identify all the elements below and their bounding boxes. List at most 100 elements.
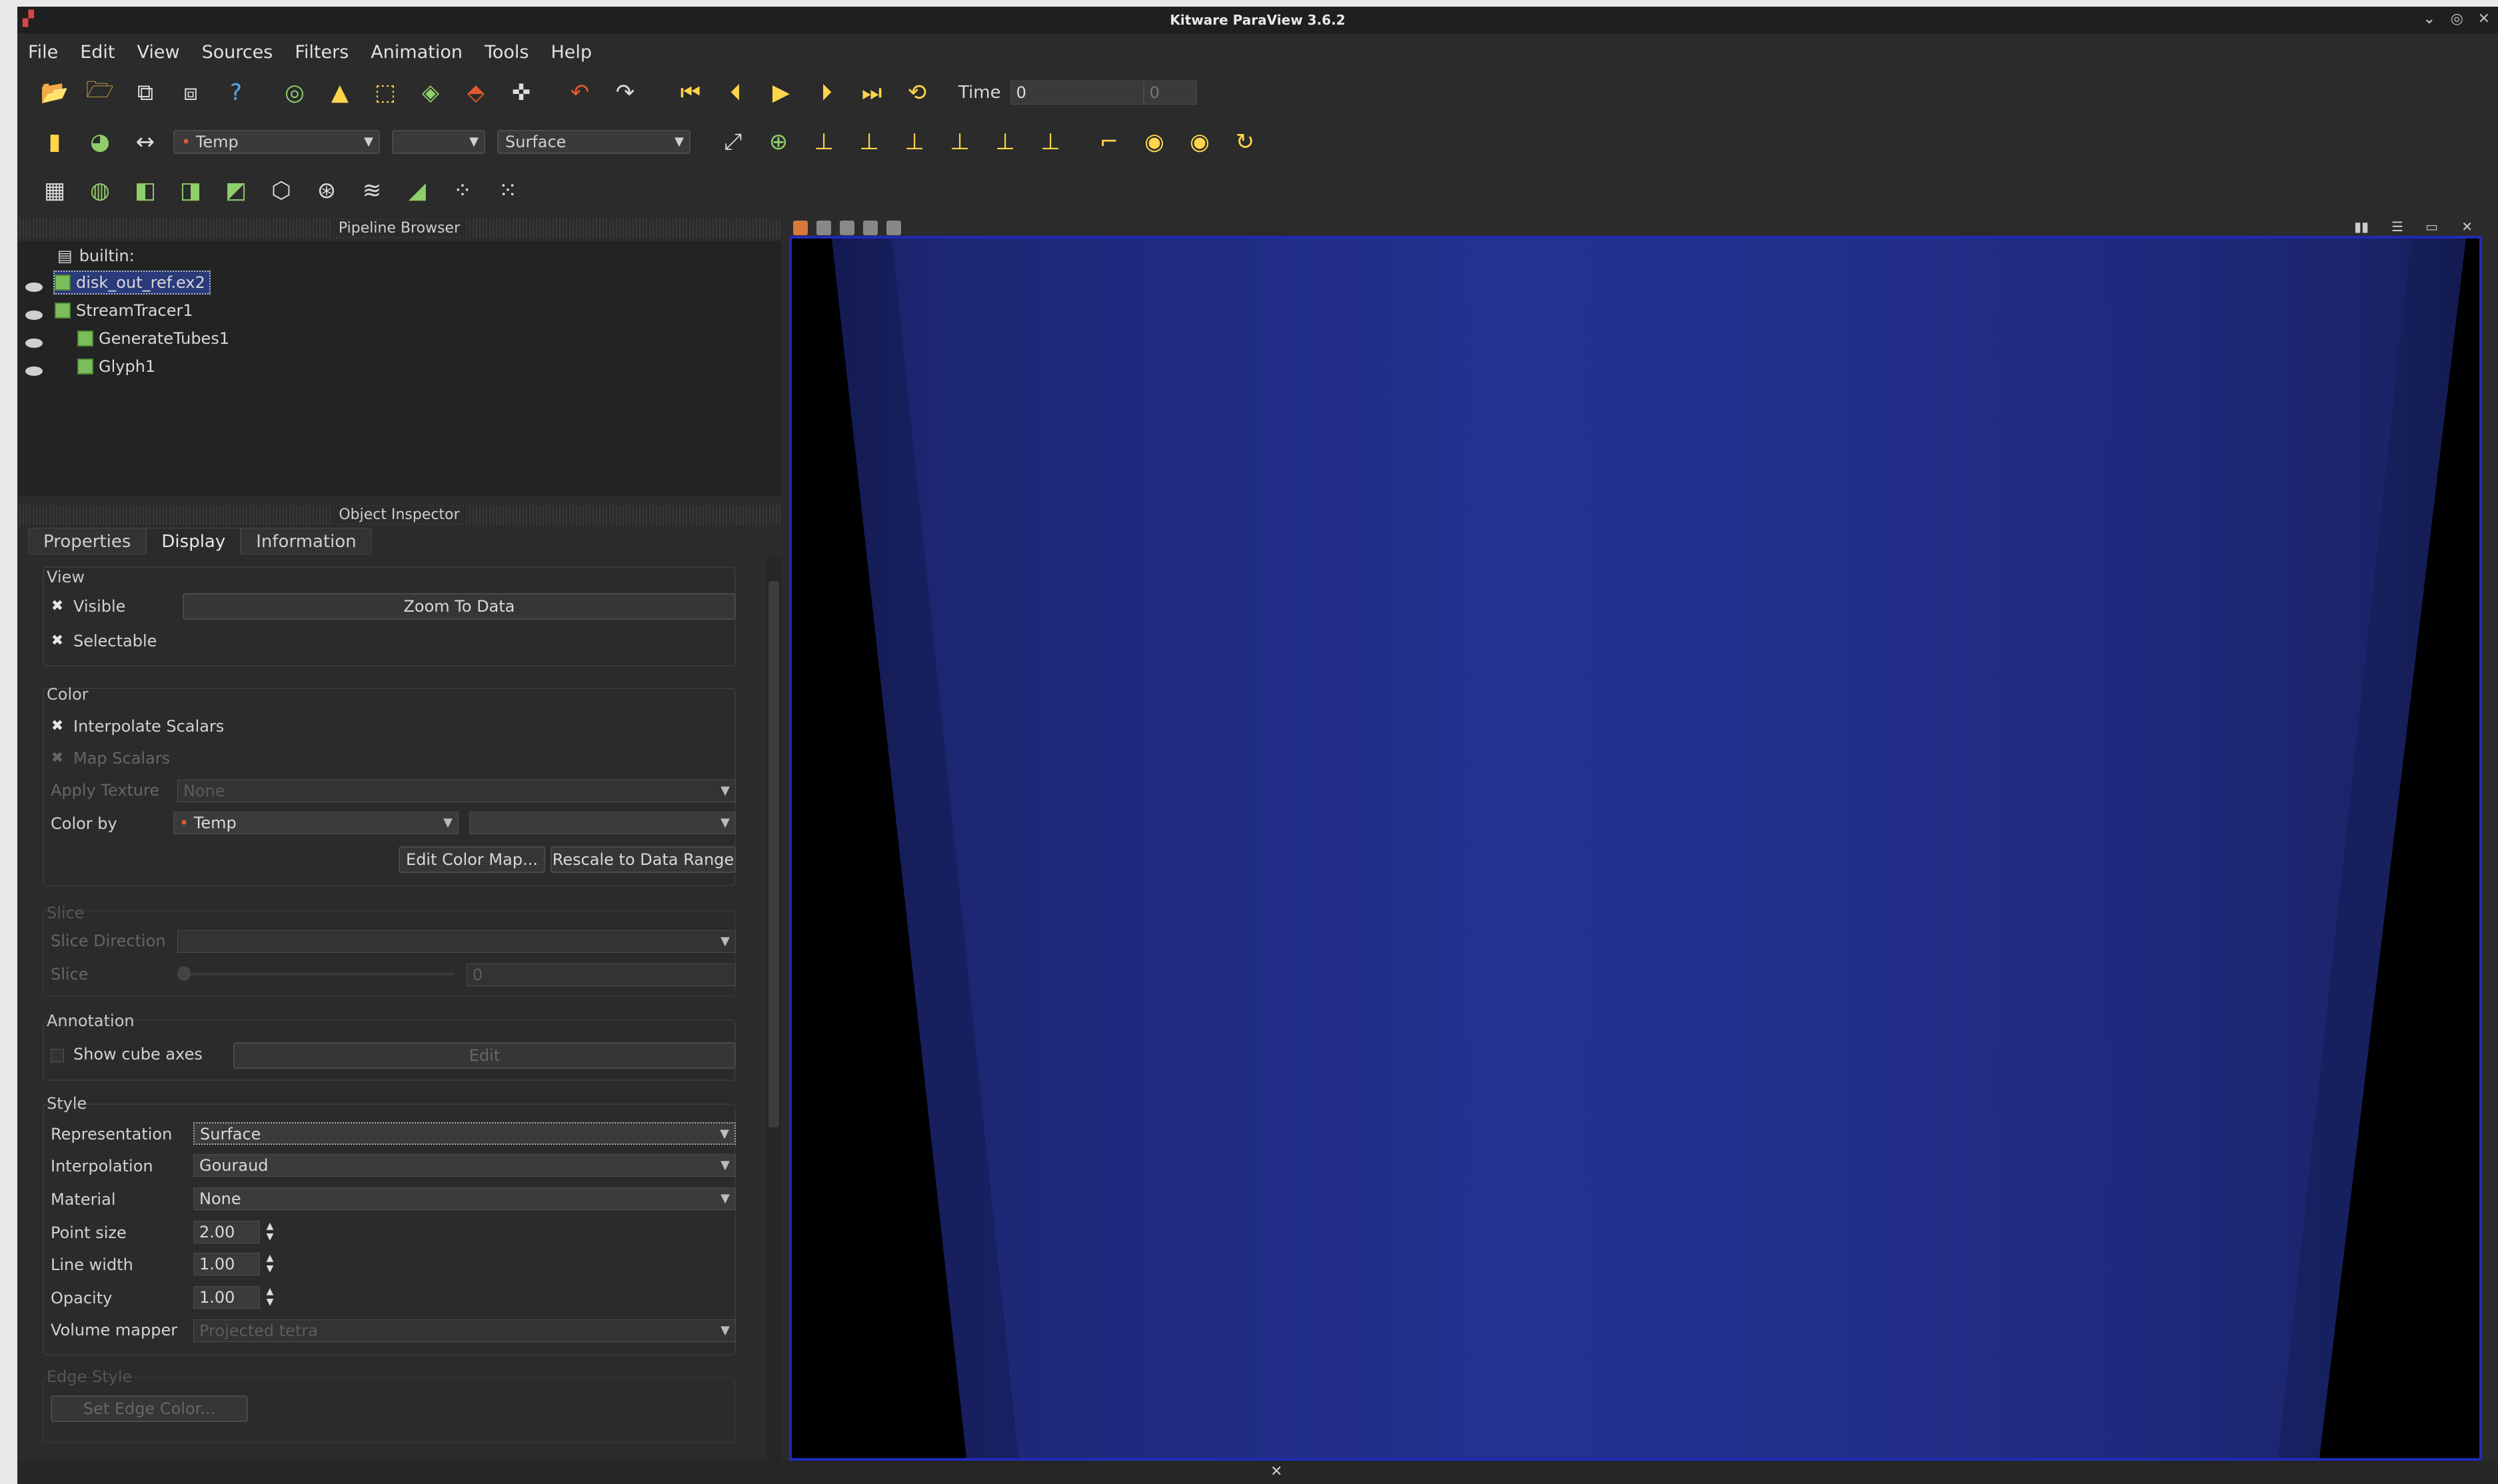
color-component-select[interactable]: ▼ bbox=[469, 812, 736, 834]
set-edge-color-button[interactable]: Set Edge Color... bbox=[51, 1395, 248, 1422]
reset-session-icon[interactable]: ◎ bbox=[277, 75, 312, 110]
rescale-to-data-range-button[interactable]: Rescale to Data Range bbox=[551, 846, 736, 873]
opacity-field[interactable]: 1.00 bbox=[193, 1286, 260, 1309]
settings-icon[interactable] bbox=[886, 221, 902, 235]
menu-animation[interactable]: Animation bbox=[371, 42, 463, 63]
color-legend-icon[interactable]: ▮ bbox=[37, 125, 72, 159]
select-frustum-icon[interactable]: ◈ bbox=[413, 75, 448, 110]
next-frame-icon[interactable]: ⏵ bbox=[809, 75, 844, 110]
cube-axes-edit-button[interactable]: Edit bbox=[233, 1042, 736, 1069]
stream-tracer-icon[interactable]: ≋ bbox=[355, 173, 389, 208]
warp-icon[interactable]: ◢ bbox=[400, 173, 435, 208]
connect-icon[interactable]: ⧉ bbox=[128, 75, 163, 110]
pipeline-item-disk-out-ref[interactable]: disk_out_ref.ex2 bbox=[53, 271, 211, 295]
eye-icon[interactable] bbox=[25, 311, 43, 320]
loop-icon[interactable]: ⟲ bbox=[900, 75, 934, 110]
slice-direction-select[interactable]: ▼ bbox=[177, 930, 736, 953]
render-view[interactable] bbox=[789, 236, 2482, 1461]
menu-filters[interactable]: Filters bbox=[295, 42, 349, 63]
split-icon[interactable] bbox=[863, 221, 878, 235]
group-datasets-icon[interactable]: ⁘ bbox=[445, 173, 480, 208]
view-plus-y-icon[interactable]: ⊥ bbox=[897, 125, 932, 159]
split-horizontal-icon[interactable]: ▮▮ bbox=[2354, 219, 2369, 235]
view-minus-z-icon[interactable]: ⊥ bbox=[1033, 125, 1068, 159]
scrollbar-thumb[interactable] bbox=[768, 581, 779, 1127]
threshold-icon[interactable]: ◩ bbox=[219, 173, 253, 208]
reset-center-icon[interactable]: ◉ bbox=[1182, 125, 1217, 159]
save-state-icon[interactable]: 🗁 bbox=[83, 75, 117, 110]
pipeline-item-builtin[interactable]: ▤ builtin: bbox=[57, 244, 135, 268]
camera-icon[interactable] bbox=[793, 221, 808, 235]
select-block-icon[interactable]: ⬘ bbox=[459, 75, 493, 110]
split-vertical-icon[interactable]: ☰ bbox=[2391, 219, 2403, 235]
rotate-icon[interactable]: ↻ bbox=[1228, 125, 1262, 159]
visible-checkbox[interactable]: ✖ bbox=[51, 599, 64, 614]
view-plus-z-icon[interactable]: ⊥ bbox=[988, 125, 1022, 159]
close-icon[interactable]: ✕ bbox=[1270, 1463, 1282, 1480]
rescale-range-icon[interactable]: ↔ bbox=[128, 125, 163, 159]
selectable-checkbox[interactable]: ✖ bbox=[51, 634, 64, 648]
calculator-icon[interactable]: ▦ bbox=[37, 173, 72, 208]
extract-level-icon[interactable]: ⁙ bbox=[491, 173, 525, 208]
show-cube-axes-checkbox[interactable] bbox=[51, 1049, 64, 1062]
eye-icon[interactable] bbox=[25, 367, 43, 376]
menu-help[interactable]: Help bbox=[551, 42, 592, 63]
redo-icon[interactable]: ↷ bbox=[608, 75, 642, 110]
point-size-field[interactable]: 2.00 bbox=[193, 1221, 260, 1243]
interpolate-scalars-checkbox[interactable]: ✖ bbox=[51, 719, 64, 734]
time-step-spinbox[interactable]: 0 bbox=[1143, 81, 1197, 105]
line-width-field[interactable]: 1.00 bbox=[193, 1253, 260, 1275]
opacity-spinner[interactable]: ▲ ▼ bbox=[261, 1286, 279, 1309]
maximize-icon[interactable]: ◎ bbox=[2451, 11, 2463, 27]
slice-slider[interactable] bbox=[180, 973, 453, 976]
close-view-icon[interactable]: ✕ bbox=[2461, 219, 2473, 235]
material-select[interactable]: None ▼ bbox=[193, 1187, 736, 1210]
zoom-to-data-button[interactable]: Zoom To Data bbox=[183, 593, 736, 620]
interact-icon[interactable]: ✜ bbox=[504, 75, 539, 110]
first-frame-icon[interactable]: ⏮ bbox=[673, 75, 708, 110]
volume-mapper-select[interactable]: Projected tetra ▼ bbox=[193, 1319, 736, 1342]
show-center-icon[interactable]: ◉ bbox=[1137, 125, 1172, 159]
center-axes-icon[interactable]: ⊕ bbox=[761, 125, 796, 159]
slice-slider-handle[interactable] bbox=[177, 966, 191, 981]
view-plus-x-icon[interactable]: ⊥ bbox=[806, 125, 841, 159]
tab-display[interactable]: Display bbox=[146, 528, 241, 554]
map-scalars-checkbox[interactable]: ✖ bbox=[51, 751, 64, 766]
help-icon[interactable]: ? bbox=[219, 75, 253, 110]
open-icon[interactable]: 📂 bbox=[37, 75, 72, 110]
grid-icon[interactable] bbox=[840, 221, 855, 235]
extract-subset-icon[interactable]: ⬡ bbox=[264, 173, 299, 208]
representation-field[interactable]: Surface ▼ bbox=[193, 1122, 736, 1145]
apply-texture-select[interactable]: None ▼ bbox=[177, 780, 736, 802]
clip-icon[interactable]: ◧ bbox=[128, 173, 163, 208]
menu-edit[interactable]: Edit bbox=[80, 42, 115, 63]
eye-icon[interactable] bbox=[25, 283, 43, 292]
close-window-icon[interactable]: ✕ bbox=[2478, 11, 2490, 27]
disconnect-icon[interactable]: ⧈ bbox=[173, 75, 208, 110]
pipeline-item-generatetubes[interactable]: GenerateTubes1 bbox=[77, 327, 229, 351]
menu-file[interactable]: File bbox=[28, 42, 58, 63]
reset-camera-icon[interactable]: ⤢ bbox=[716, 125, 750, 159]
view-minus-x-icon[interactable]: ⊥ bbox=[852, 125, 886, 159]
undo-icon[interactable]: ↶ bbox=[563, 75, 597, 110]
pick-center-icon[interactable]: ⌐ bbox=[1092, 125, 1126, 159]
previous-frame-icon[interactable]: ⏴ bbox=[718, 75, 753, 110]
play-icon[interactable]: ▶ bbox=[764, 75, 798, 110]
select-cells-icon[interactable]: ▲ bbox=[323, 75, 357, 110]
menu-view[interactable]: View bbox=[137, 42, 179, 63]
edit-color-map-icon[interactable]: ◕ bbox=[83, 125, 117, 159]
interpolation-select[interactable]: Gouraud ▼ bbox=[193, 1154, 736, 1177]
maximize-view-icon[interactable]: ▭ bbox=[2425, 219, 2438, 235]
slice-icon[interactable]: ◨ bbox=[173, 173, 208, 208]
contour-icon[interactable]: ◍ bbox=[83, 173, 117, 208]
view-minus-y-icon[interactable]: ⊥ bbox=[942, 125, 977, 159]
representation-select[interactable]: Surface ▼ bbox=[497, 130, 690, 154]
tab-information[interactable]: Information bbox=[241, 528, 372, 554]
point-size-spinner[interactable]: ▲ ▼ bbox=[261, 1221, 279, 1243]
color-array-select[interactable]: • Temp ▼ bbox=[173, 130, 380, 154]
select-icon[interactable] bbox=[816, 221, 832, 235]
color-by-select[interactable]: • Temp ▼ bbox=[173, 812, 459, 834]
tab-properties[interactable]: Properties bbox=[28, 528, 147, 554]
pipeline-item-streamtracer[interactable]: StreamTracer1 bbox=[55, 299, 193, 323]
last-frame-icon[interactable]: ⏭ bbox=[854, 75, 889, 110]
